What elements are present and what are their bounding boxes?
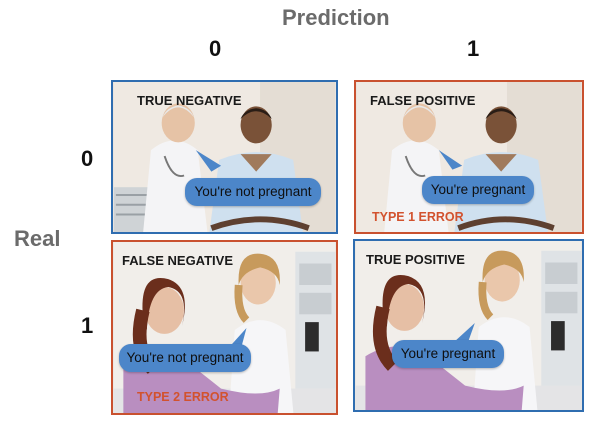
real-tick-1: 1 bbox=[81, 313, 94, 338]
cell-false-negative: FALSE NEGATIVE You're not pregnant TYPE … bbox=[111, 240, 338, 415]
speech-bubble: You're not pregnant bbox=[185, 178, 321, 206]
prediction-tick-1: 1 bbox=[467, 36, 480, 61]
real-tick-0: 0 bbox=[81, 146, 94, 171]
true-negative-label: TRUE NEGATIVE bbox=[137, 93, 242, 108]
type-2-error-label: TYPE 2 ERROR bbox=[137, 390, 229, 404]
cell-true-positive: TRUE POSITIVE You're pregnant bbox=[353, 239, 584, 412]
false-negative-label: FALSE NEGATIVE bbox=[122, 253, 233, 268]
true-positive-label: TRUE POSITIVE bbox=[366, 252, 465, 267]
cell-false-positive: FALSE POSITIVE You're pregnant TYPE 1 ER… bbox=[354, 80, 584, 234]
real-axis-title: Real bbox=[14, 226, 61, 251]
speech-bubble: You're not pregnant bbox=[119, 344, 251, 372]
prediction-axis-title: Prediction bbox=[282, 5, 390, 30]
prediction-tick-0: 0 bbox=[209, 36, 222, 61]
false-positive-label: FALSE POSITIVE bbox=[370, 93, 476, 108]
speech-bubble: You're pregnant bbox=[392, 340, 504, 368]
type-1-error-label: TYPE 1 ERROR bbox=[372, 210, 464, 224]
cell-true-negative: TRUE NEGATIVE You're not pregnant bbox=[111, 80, 338, 234]
speech-bubble: You're pregnant bbox=[422, 176, 534, 204]
